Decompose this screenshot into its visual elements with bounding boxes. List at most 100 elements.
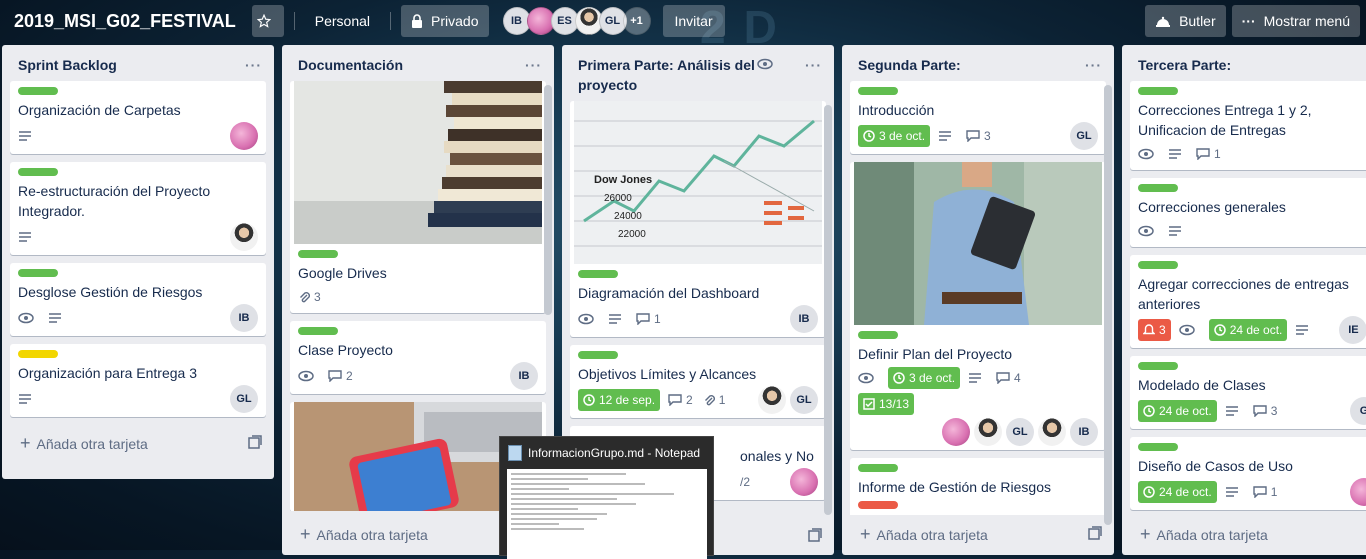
board-title[interactable]: 2019_MSI_G02_FESTIVAL [6,5,244,37]
card[interactable]: Google Drives 3 [290,81,546,313]
card[interactable]: Informe de Gestión de Riesgos [850,458,1106,515]
list-scrollbar[interactable] [544,85,552,315]
comment-count: 1 [654,312,661,326]
due-date-badge[interactable]: 12 de sep. [578,389,661,411]
card-title: Re-estructuración del Proyecto Integrado… [18,183,211,219]
member-avatar[interactable]: IB [230,304,258,332]
list-menu-icon[interactable]: ··· [1081,55,1106,75]
card-title: Diagramación del Dashboard [578,285,760,301]
visibility-button[interactable]: Privado [401,5,489,37]
list-menu-icon[interactable]: ··· [801,55,826,75]
card[interactable]: Organización para Entrega 3 GL [10,344,266,417]
template-icon[interactable] [808,528,822,545]
card[interactable]: Introducción 3 de oct. 3 GL [850,81,1106,154]
member-avatar[interactable] [974,418,1002,446]
list-title[interactable]: Primera Parte: Análisis del proyecto [578,55,757,95]
card[interactable]: Desglose Gestión de Riesgos IB [10,263,266,336]
list-header[interactable]: Tercera Parte: [1122,45,1366,81]
description-icon [18,388,36,410]
show-menu-label: Mostrar menú [1263,13,1350,29]
card[interactable]: Organización de Carpetas [10,81,266,154]
star-button[interactable] [251,5,284,37]
invite-button[interactable]: Invitar [662,5,725,37]
member-avatar[interactable]: GL [1070,122,1098,150]
checkbox-icon [863,398,875,410]
cover-text: Dow Jones [594,174,652,186]
add-card-button[interactable]: + Añada otra tarjeta [842,516,1114,555]
label-green [1138,261,1178,269]
member-avatar[interactable]: GL [230,385,258,413]
comment-icon [668,394,682,406]
list-menu-icon[interactable]: ··· [241,55,266,75]
member-avatar[interactable] [758,386,786,414]
card[interactable]: Modelado de Clases 24 de oct. 3 G [1130,356,1366,429]
card[interactable]: Re-estructuración del Proyecto Integrado… [10,162,266,255]
divider [293,12,295,30]
list-segunda-parte: Segunda Parte: ··· Introducción 3 de oct.… [842,45,1114,555]
member-avatar[interactable]: GL [1006,418,1034,446]
more-members-badge[interactable]: +1 [622,7,651,35]
card[interactable]: Correcciones generales [1130,178,1366,247]
list-title[interactable]: Documentación [298,55,403,75]
show-menu-button[interactable]: ··· Mostrar menú [1231,5,1360,37]
add-card-label: Añada otra tarjeta [1156,527,1268,543]
card[interactable]: Objetivos Límites y Alcances 12 de sep. 2… [570,345,826,418]
list-header[interactable]: Segunda Parte: ··· [842,45,1114,81]
template-icon[interactable] [1088,526,1102,543]
comment-count: 4 [1014,371,1021,385]
card[interactable]: Diseño de Casos de Uso 24 de oct. 1 [1130,437,1366,510]
member-avatar[interactable]: IB [790,305,818,333]
member-avatar[interactable]: G [1350,397,1366,425]
due-date-badge[interactable]: 3 de oct. [888,367,961,389]
description-icon [1225,481,1243,503]
butler-button[interactable]: Butler [1145,5,1226,37]
card[interactable]: Correcciones Entrega 1 y 2, Unificacion … [1130,81,1366,170]
watch-icon[interactable] [757,55,773,75]
team-button[interactable]: Personal [305,5,380,37]
member-avatar[interactable] [942,418,970,446]
clock-icon [1213,324,1226,336]
description-icon [18,125,36,147]
due-date-badge[interactable]: 24 de oct. [1208,319,1288,341]
list-scrollbar[interactable] [1104,85,1112,525]
card[interactable]: Clase Proyecto 2 IB [290,321,546,394]
list-menu-icon[interactable]: ··· [521,55,546,75]
card[interactable]: Agregar correcciones de entregas anterio… [1130,255,1366,348]
due-date-badge[interactable]: 24 de oct. [1138,400,1217,422]
member-avatar[interactable]: GL [790,386,818,414]
due-date-badge[interactable]: 3 de oct. [858,125,931,147]
paperclip-icon [704,395,715,406]
list-title[interactable]: Tercera Parte: [1138,55,1231,75]
add-card-button[interactable]: + Añada otra tarjeta [1122,516,1366,555]
card-title: Modelado de Clases [1138,377,1266,393]
member-avatar[interactable]: IE [1339,316,1366,344]
list-scrollbar[interactable] [824,105,832,515]
comments-badge: 2 [668,389,693,411]
description-icon [938,125,956,147]
list-title[interactable]: Sprint Backlog [18,55,117,75]
notepad-preview-window[interactable]: InformacionGrupo.md - Notepad [499,436,714,559]
list-header[interactable]: Sprint Backlog ··· [2,45,274,81]
member-avatar[interactable] [1038,418,1066,446]
member-avatar[interactable] [790,468,818,496]
member-avatar[interactable] [230,122,258,150]
member-avatar[interactable] [230,223,258,251]
list-header[interactable]: Documentación ··· [282,45,554,81]
card-title: Agregar correcciones de entregas anterio… [1138,276,1349,312]
label-green [858,87,898,95]
due-date-badge[interactable]: 24 de oct. [1138,481,1217,503]
card-title: Organización para Entrega 3 [18,365,197,381]
card[interactable]: Definir Plan del Proyecto 3 de oct. 4 13/… [850,162,1106,450]
card[interactable]: Dow Jones 26000 24000 22000 Diagramación… [570,101,826,337]
member-avatar[interactable]: IB [1070,418,1098,446]
plus-icon: + [860,524,871,544]
template-icon[interactable] [248,435,262,452]
member-avatar[interactable]: IB [510,362,538,390]
label-yellow [18,350,58,358]
attachment-badge: 3 [298,286,321,308]
list-title[interactable]: Segunda Parte: [858,55,961,75]
list-header[interactable]: Primera Parte: Análisis del proyecto ··· [562,45,834,101]
member-avatar[interactable] [1350,478,1366,506]
add-card-button[interactable]: + Añada otra tarjeta [2,425,274,464]
card-title: onales y No [740,448,814,464]
